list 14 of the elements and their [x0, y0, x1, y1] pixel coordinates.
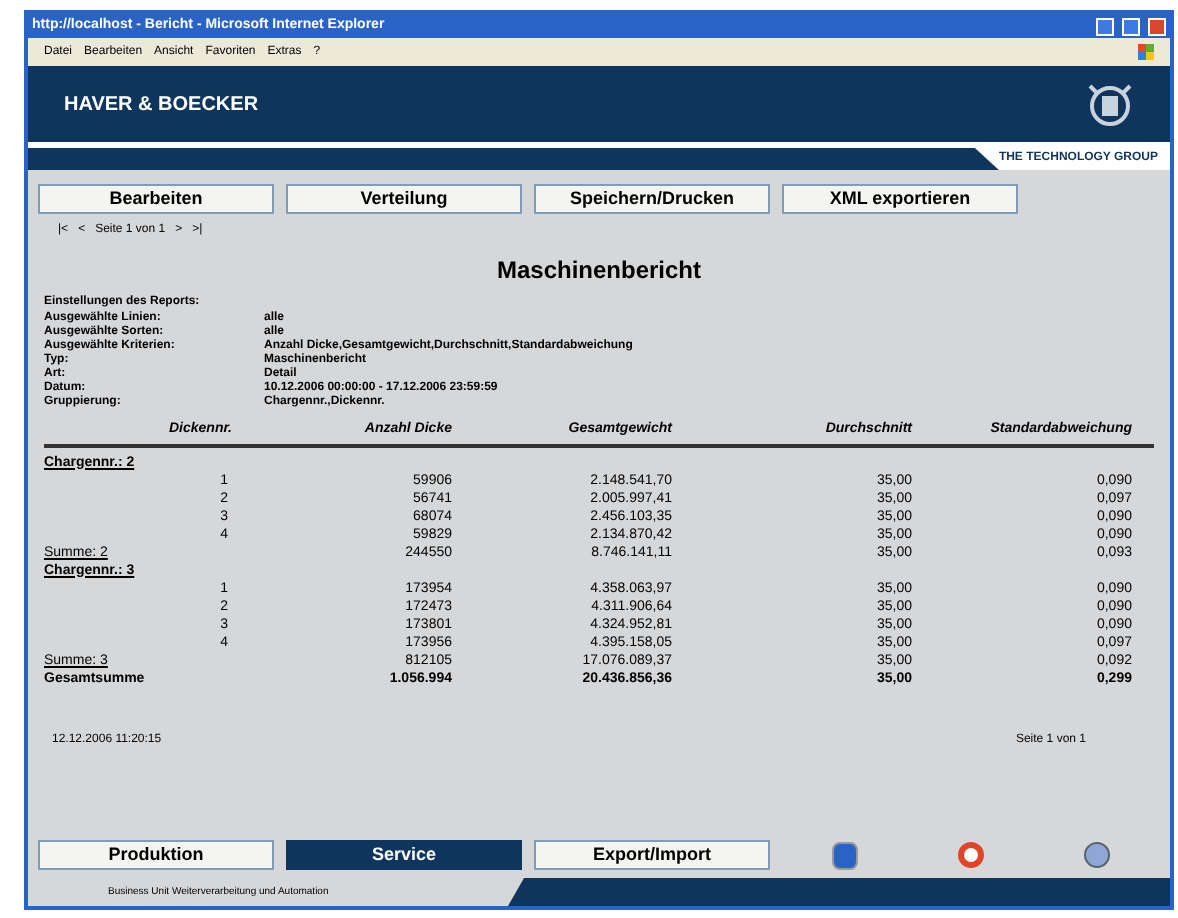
- nav-button[interactable]: XML exportieren: [782, 184, 1018, 214]
- maximize-button[interactable]: [1122, 17, 1140, 35]
- nav-button[interactable]: Bearbeiten: [38, 184, 274, 214]
- brand-name: HAVER & BOECKER: [64, 91, 259, 119]
- minimize-button[interactable]: [1096, 17, 1114, 35]
- windows-logo-icon: [1138, 44, 1154, 60]
- nav-button[interactable]: Service: [286, 840, 522, 870]
- close-button[interactable]: [1148, 17, 1166, 35]
- lifebuoy-icon[interactable]: [958, 841, 984, 867]
- nav-button[interactable]: Produktion: [38, 840, 274, 870]
- nav-button[interactable]: Speichern/Drucken: [534, 184, 770, 214]
- nav-button[interactable]: Export/Import: [534, 840, 770, 870]
- nav-button[interactable]: Verteilung: [286, 184, 522, 214]
- report-title: Maschinenbericht: [494, 254, 704, 288]
